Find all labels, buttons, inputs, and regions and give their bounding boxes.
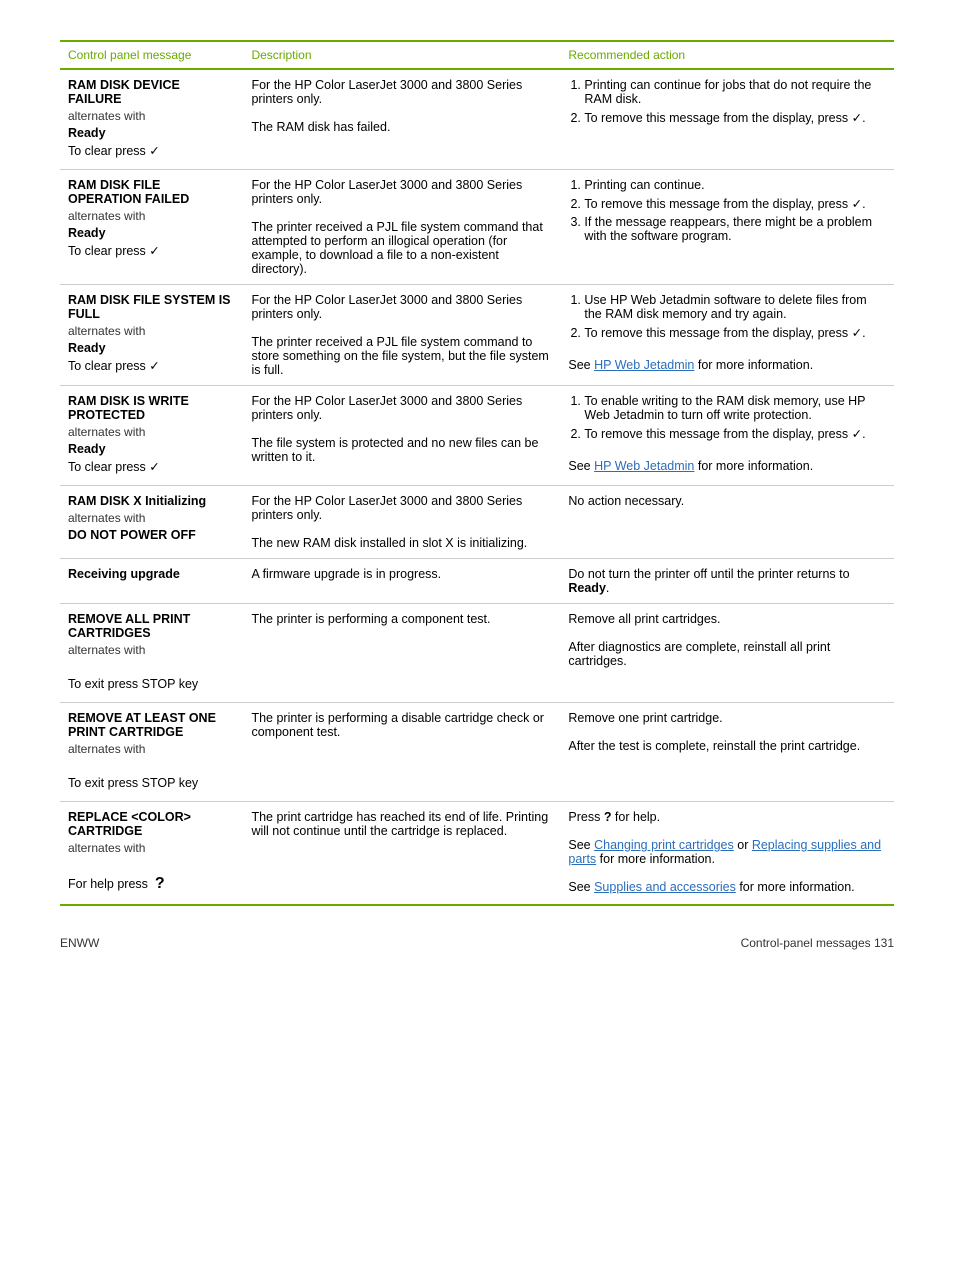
action-item: To remove this message from the display,… — [584, 110, 886, 125]
alternates-label: alternates with — [68, 511, 235, 525]
message-title: REMOVE AT LEAST ONE PRINT CARTRIDGE — [68, 711, 235, 739]
ready-label: Ready — [68, 442, 235, 456]
table-row: RAM DISK IS WRITE PROTECTED alternates w… — [60, 386, 894, 486]
message-title: REMOVE ALL PRINT CARTRIDGES — [68, 612, 235, 640]
description-detail: The printer received a PJL file system c… — [251, 220, 552, 276]
description: For the HP Color LaserJet 3000 and 3800 … — [251, 494, 552, 522]
action-item: Printing can continue. — [584, 178, 886, 192]
header-col1: Control panel message — [60, 41, 243, 69]
header-col3: Recommended action — [560, 41, 894, 69]
table-row: RAM DISK DEVICE FAILURE alternates with … — [60, 69, 894, 170]
ready-label: Ready — [68, 126, 235, 140]
description-detail: The printer received a PJL file system c… — [251, 335, 552, 377]
message-title: RAM DISK FILE OPERATION FAILED — [68, 178, 235, 206]
message-title: RAM DISK FILE SYSTEM IS FULL — [68, 293, 235, 321]
table-row: REMOVE ALL PRINT CARTRIDGES alternates w… — [60, 604, 894, 703]
description: For the HP Color LaserJet 3000 and 3800 … — [251, 178, 552, 206]
table-row: RAM DISK X Initializing alternates with … — [60, 486, 894, 559]
supplies-accessories-link[interactable]: Supplies and accessories — [594, 880, 736, 894]
description-detail: The file system is protected and no new … — [251, 436, 552, 464]
ready-label: Ready — [68, 341, 235, 355]
clear-press-label: To clear press ✓ — [68, 358, 235, 373]
message-title: RAM DISK IS WRITE PROTECTED — [68, 394, 235, 422]
extra-info: See HP Web Jetadmin for more information… — [568, 358, 886, 372]
action-item: To enable writing to the RAM disk memory… — [584, 394, 886, 422]
alternates-label: alternates with — [68, 643, 235, 657]
alternates-label: alternates with — [68, 425, 235, 439]
description: The printer is performing a component te… — [251, 612, 552, 626]
table-row: Receiving upgrade A firmware upgrade is … — [60, 559, 894, 604]
hp-web-jetadmin-link2[interactable]: HP Web Jetadmin — [594, 459, 694, 473]
message-title: RAM DISK DEVICE FAILURE — [68, 78, 235, 106]
description: The printer is performing a disable cart… — [251, 711, 552, 739]
description: The print cartridge has reached its end … — [251, 810, 552, 838]
alternates-label: alternates with — [68, 742, 235, 756]
action-text: Remove one print cartridge. — [568, 711, 886, 725]
description: A firmware upgrade is in progress. — [251, 567, 552, 581]
description-detail: The new RAM disk installed in slot X is … — [251, 536, 552, 550]
action-item: Use HP Web Jetadmin software to delete f… — [584, 293, 886, 321]
clear-press-label: To clear press ✓ — [68, 243, 235, 258]
action-text2: See Changing print cartridges or Replaci… — [568, 838, 886, 866]
action-item: To remove this message from the display,… — [584, 325, 886, 340]
clear-press-label: To exit press STOP key — [68, 677, 235, 691]
changing-print-cartridges-link[interactable]: Changing print cartridges — [594, 838, 734, 852]
description: For the HP Color LaserJet 3000 and 3800 … — [251, 394, 552, 422]
clear-press-label: To clear press ✓ — [68, 143, 235, 158]
description-detail: The RAM disk has failed. — [251, 120, 552, 134]
table-row: REPLACE <COLOR> CARTRIDGE alternates wit… — [60, 802, 894, 906]
footer-left: ENWW — [60, 936, 99, 950]
question-mark-icon: ? — [155, 875, 165, 892]
ready-label: Ready — [68, 226, 235, 240]
action-text: Press ? for help. — [568, 810, 886, 824]
table-row: RAM DISK FILE OPERATION FAILED alternate… — [60, 170, 894, 285]
clear-press-label: To clear press ✓ — [68, 459, 235, 474]
sub-message: DO NOT POWER OFF — [68, 528, 235, 542]
for-help-label: For help press ? — [68, 875, 235, 893]
action-text2: After the test is complete, reinstall th… — [568, 739, 886, 753]
action-text2: After diagnostics are complete, reinstal… — [568, 640, 886, 668]
clear-press-label: To exit press STOP key — [68, 776, 235, 790]
action-item: To remove this message from the display,… — [584, 196, 886, 211]
table-row: RAM DISK FILE SYSTEM IS FULL alternates … — [60, 285, 894, 386]
action-text3: See Supplies and accessories for more in… — [568, 880, 886, 894]
alternates-label: alternates with — [68, 209, 235, 223]
message-title: Receiving upgrade — [68, 567, 235, 581]
action-text: Do not turn the printer off until the pr… — [568, 567, 886, 595]
footer-right: Control-panel messages 131 — [741, 936, 894, 950]
description: For the HP Color LaserJet 3000 and 3800 … — [251, 78, 552, 106]
description: For the HP Color LaserJet 3000 and 3800 … — [251, 293, 552, 321]
hp-web-jetadmin-link[interactable]: HP Web Jetadmin — [594, 358, 694, 372]
message-title: RAM DISK X Initializing — [68, 494, 235, 508]
action-item: Printing can continue for jobs that do n… — [584, 78, 886, 106]
alternates-label: alternates with — [68, 109, 235, 123]
message-title: REPLACE <COLOR> CARTRIDGE — [68, 810, 235, 838]
action-text: Remove all print cartridges. — [568, 612, 886, 626]
action-text: No action necessary. — [568, 494, 886, 508]
action-item: If the message reappears, there might be… — [584, 215, 886, 243]
extra-info: See HP Web Jetadmin for more information… — [568, 459, 886, 473]
header-col2: Description — [243, 41, 560, 69]
table-row: REMOVE AT LEAST ONE PRINT CARTRIDGE alte… — [60, 703, 894, 802]
alternates-label: alternates with — [68, 324, 235, 338]
alternates-label: alternates with — [68, 841, 235, 855]
action-item: To remove this message from the display,… — [584, 426, 886, 441]
